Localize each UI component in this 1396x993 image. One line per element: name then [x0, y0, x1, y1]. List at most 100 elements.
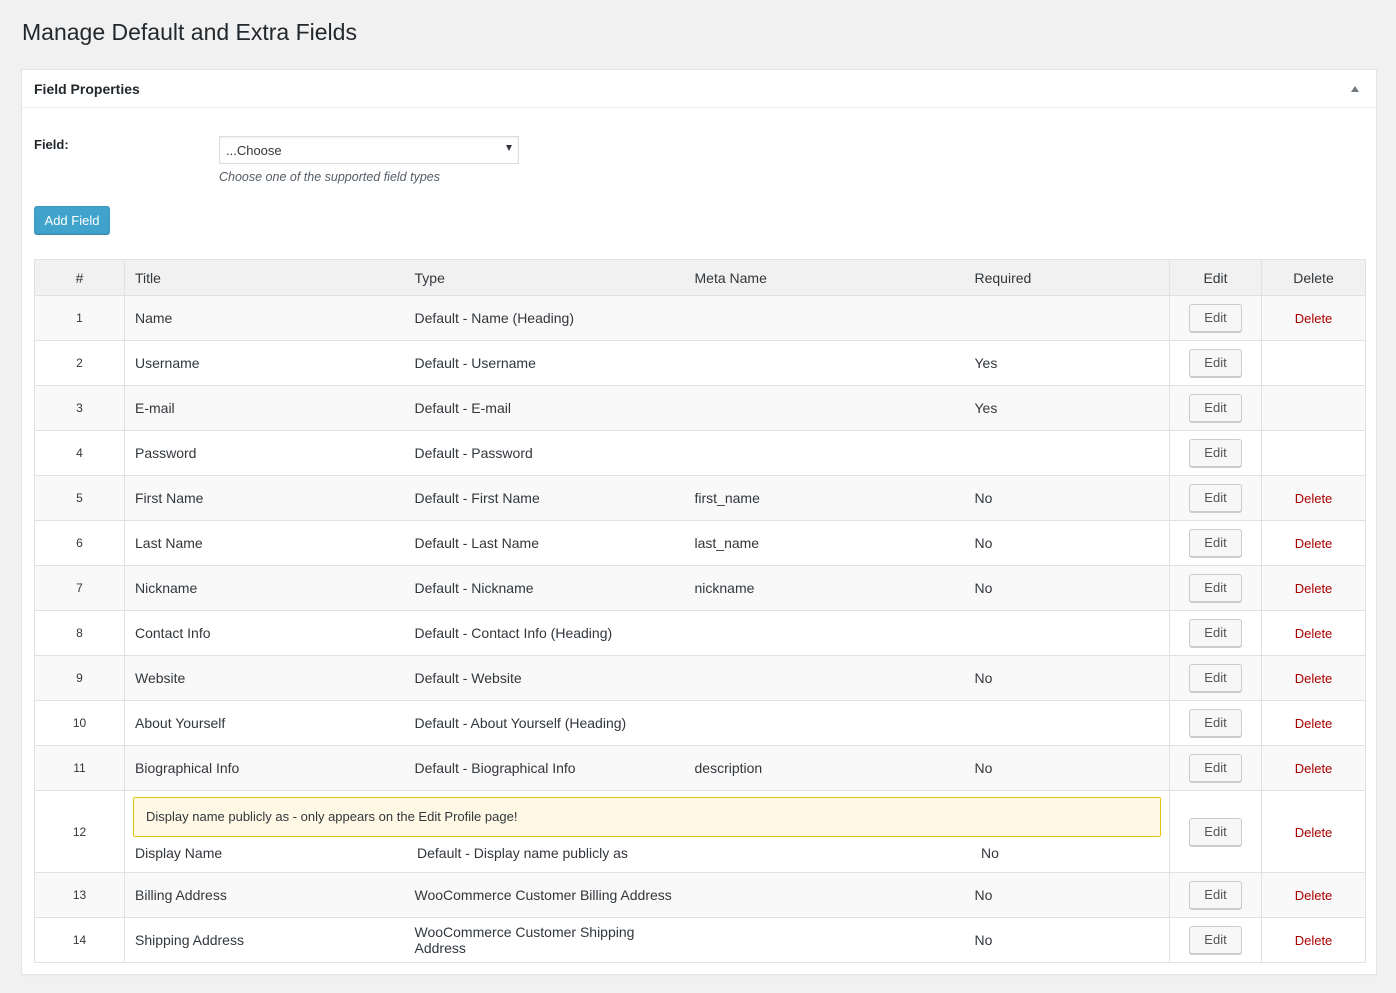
delete-link[interactable]: Delete	[1295, 888, 1333, 903]
delete-link[interactable]: Delete	[1295, 626, 1333, 641]
delete-link[interactable]: Delete	[1295, 311, 1333, 326]
panel-title: Field Properties	[34, 80, 140, 97]
row-required: No	[964, 917, 1170, 963]
row-required: No	[964, 565, 1170, 611]
header-edit: Edit	[1169, 259, 1262, 296]
edit-button[interactable]: Edit	[1189, 817, 1242, 846]
row-title: Username	[124, 340, 405, 386]
row-number: 8	[34, 610, 125, 656]
delete-link[interactable]: Delete	[1295, 716, 1333, 731]
row-edit-cell: Edit	[1169, 745, 1262, 791]
row-title: Nickname	[124, 565, 405, 611]
field-properties-panel: Field Properties Field: ...Choose Choose…	[21, 69, 1377, 975]
row-meta	[697, 845, 979, 861]
collapse-arrow-icon[interactable]	[1351, 85, 1359, 92]
edit-button[interactable]: Edit	[1189, 926, 1242, 954]
table-row: 12 Display name publicly as - only appear…	[34, 790, 1366, 873]
edit-button[interactable]: Edit	[1189, 439, 1242, 467]
row-required	[964, 430, 1170, 476]
row-required	[964, 610, 1170, 656]
row-type: WooCommerce Customer Billing Address	[404, 872, 685, 918]
row-delete-cell	[1261, 385, 1366, 431]
row-delete-cell: Delete	[1261, 745, 1366, 791]
edit-button[interactable]: Edit	[1189, 709, 1242, 737]
field-label: Field:	[34, 137, 69, 152]
row-edit-cell: Edit	[1169, 295, 1262, 341]
edit-button[interactable]: Edit	[1189, 484, 1242, 512]
edit-button[interactable]: Edit	[1189, 881, 1242, 909]
row-edit-cell: Edit	[1169, 655, 1262, 701]
row-required: No	[964, 475, 1170, 521]
edit-button[interactable]: Edit	[1189, 574, 1242, 602]
table-row: 2 Username Default - Username Yes Edit	[34, 340, 1366, 386]
row-delete-cell: Delete	[1261, 655, 1366, 701]
table-row: 8 Contact Info Default - Contact Info (Hea…	[34, 610, 1366, 656]
table-row: 3 E-mail Default - E-mail Yes Edit	[34, 385, 1366, 431]
table-row: 6 Last Name Default - Last Name last_name No…	[34, 520, 1366, 566]
row-required: No	[964, 872, 1170, 918]
table-header-row: # Title Type Meta Name Required Edit Del…	[34, 259, 1366, 296]
edit-button[interactable]: Edit	[1189, 619, 1242, 647]
row-edit-cell: Edit	[1169, 917, 1262, 963]
row-delete-cell: Delete	[1261, 700, 1366, 746]
row-type: Default - Nickname	[404, 565, 685, 611]
row-required: Yes	[964, 385, 1170, 431]
row-title: Billing Address	[124, 872, 405, 918]
edit-button[interactable]: Edit	[1189, 349, 1242, 377]
row-delete-cell: Delete	[1261, 610, 1366, 656]
row-required: No	[964, 655, 1170, 701]
row-type: Default - E-mail	[404, 385, 685, 431]
edit-button[interactable]: Edit	[1189, 664, 1242, 692]
row-title: Contact Info	[124, 610, 405, 656]
page-title: Manage Default and Extra Fields	[22, 19, 357, 45]
row-required: Yes	[964, 340, 1170, 386]
edit-button[interactable]: Edit	[1189, 529, 1242, 557]
delete-link[interactable]: Delete	[1295, 671, 1333, 686]
row-title: Website	[124, 655, 405, 701]
row-title: Biographical Info	[124, 745, 405, 791]
field-type-select[interactable]: ...Choose	[219, 136, 519, 164]
delete-link[interactable]: Delete	[1295, 536, 1333, 551]
delete-link[interactable]: Delete	[1295, 825, 1333, 840]
row-meta	[684, 917, 965, 963]
header-delete: Delete	[1261, 259, 1366, 296]
row-number: 7	[34, 565, 125, 611]
row-number: 11	[34, 745, 125, 791]
row-meta	[684, 700, 965, 746]
delete-link[interactable]: Delete	[1295, 761, 1333, 776]
edit-button[interactable]: Edit	[1189, 394, 1242, 422]
row-delete-cell: Delete	[1261, 475, 1366, 521]
row-required: No	[964, 745, 1170, 791]
table-row: 14 Shipping Address WooCommerce Customer S…	[34, 917, 1366, 963]
table-row: 13 Billing Address WooCommerce Customer Bi…	[34, 872, 1366, 918]
delete-link[interactable]: Delete	[1295, 933, 1333, 948]
row-edit-cell: Edit	[1169, 610, 1262, 656]
field-type-select-value: ...Choose	[226, 142, 282, 158]
table-row: 10 About Yourself Default - About Yourself…	[34, 700, 1366, 746]
row-edit-cell: Edit	[1169, 700, 1262, 746]
row-title: E-mail	[124, 385, 405, 431]
row-number: 6	[34, 520, 125, 566]
display-name-cell: Display name publicly as - only appears …	[124, 790, 1170, 873]
display-name-notice: Display name publicly as - only appears …	[133, 796, 1161, 837]
row-number: 13	[34, 872, 125, 918]
row-meta: last_name	[684, 520, 965, 566]
delete-link[interactable]: Delete	[1295, 491, 1333, 506]
edit-button[interactable]: Edit	[1189, 304, 1242, 332]
row-title: Last Name	[124, 520, 405, 566]
row-title: First Name	[124, 475, 405, 521]
panel-header[interactable]: Field Properties	[22, 70, 1376, 108]
row-edit-cell: Edit	[1169, 340, 1262, 386]
header-num: #	[34, 259, 125, 296]
table-row: 11 Biographical Info Default - Biographica…	[34, 745, 1366, 791]
row-number: 12	[34, 790, 125, 873]
row-number: 4	[34, 430, 125, 476]
table-row: 4 Password Default - Password Edit	[34, 430, 1366, 476]
table-row: 9 Website Default - Website No Edit Delete	[34, 655, 1366, 701]
add-field-button[interactable]: Add Field	[34, 206, 110, 234]
row-delete-cell	[1261, 430, 1366, 476]
edit-button[interactable]: Edit	[1189, 754, 1242, 782]
row-type: Default - Name (Heading)	[404, 295, 685, 341]
delete-link[interactable]: Delete	[1295, 581, 1333, 596]
row-edit-cell: Edit	[1169, 565, 1262, 611]
